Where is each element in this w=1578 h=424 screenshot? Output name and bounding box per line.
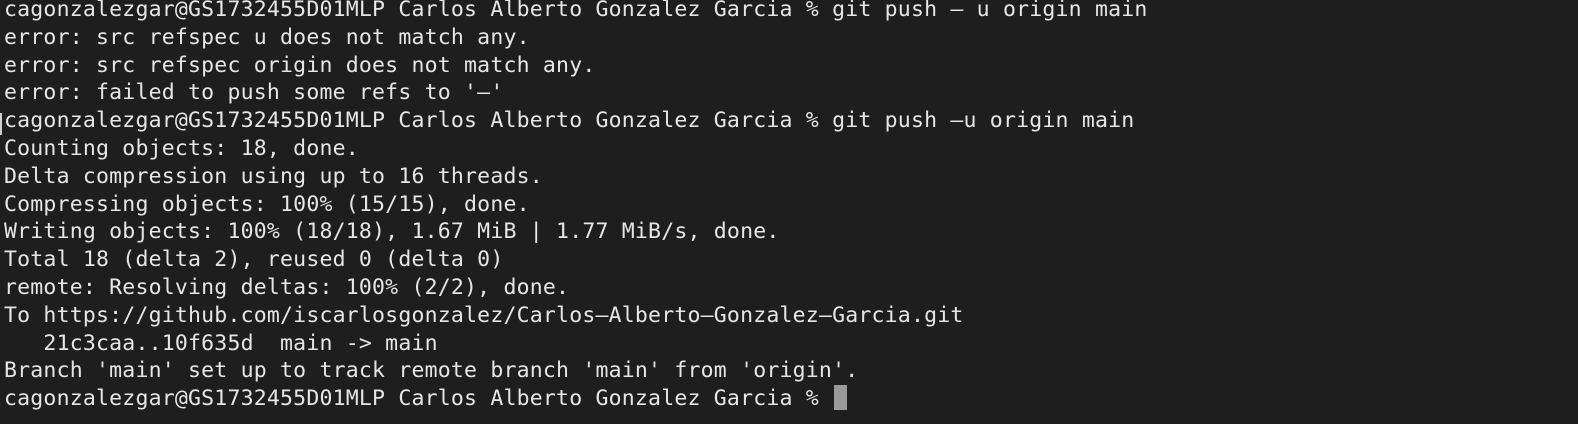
- command-line: cagonzalezgar@GS1732455D01MLP Carlos Alb…: [4, 108, 1135, 134]
- output-line: To https://github.com/iscarlosgonzalez/C…: [4, 302, 964, 328]
- prompt-marker: [0, 113, 2, 135]
- text-cursor: [834, 385, 848, 411]
- output-line: Branch 'main' set up to track remote bra…: [4, 358, 859, 384]
- terminal-window[interactable]: cagonzalezgar@GS1732455D01MLP Carlos Alb…: [0, 0, 1578, 424]
- output-line: Compressing objects: 100% (15/15), done.: [4, 191, 530, 217]
- output-line: 21c3caa..10f635d main -> main: [4, 330, 438, 356]
- output-line: Counting objects: 18, done.: [4, 135, 359, 161]
- output-line: Writing objects: 100% (18/18), 1.67 MiB …: [4, 219, 780, 245]
- active-prompt-line[interactable]: cagonzalezgar@GS1732455D01MLP Carlos Alb…: [4, 385, 1578, 413]
- error-line: error: failed to push some refs to '–': [4, 80, 504, 106]
- output-line: Delta compression using up to 16 threads…: [4, 163, 543, 189]
- command-line: cagonzalezgar@GS1732455D01MLP Carlos Alb…: [4, 0, 1148, 22]
- error-line: error: src refspec origin does not match…: [4, 52, 596, 78]
- prompt-text: cagonzalezgar@GS1732455D01MLP Carlos Alb…: [4, 386, 833, 412]
- error-line: error: src refspec u does not match any.: [4, 24, 530, 50]
- output-line: remote: Resolving deltas: 100% (2/2), do…: [4, 274, 570, 300]
- output-line: Total 18 (delta 2), reused 0 (delta 0): [4, 247, 504, 273]
- terminal-output: cagonzalezgar@GS1732455D01MLP Carlos Alb…: [4, 0, 1578, 413]
